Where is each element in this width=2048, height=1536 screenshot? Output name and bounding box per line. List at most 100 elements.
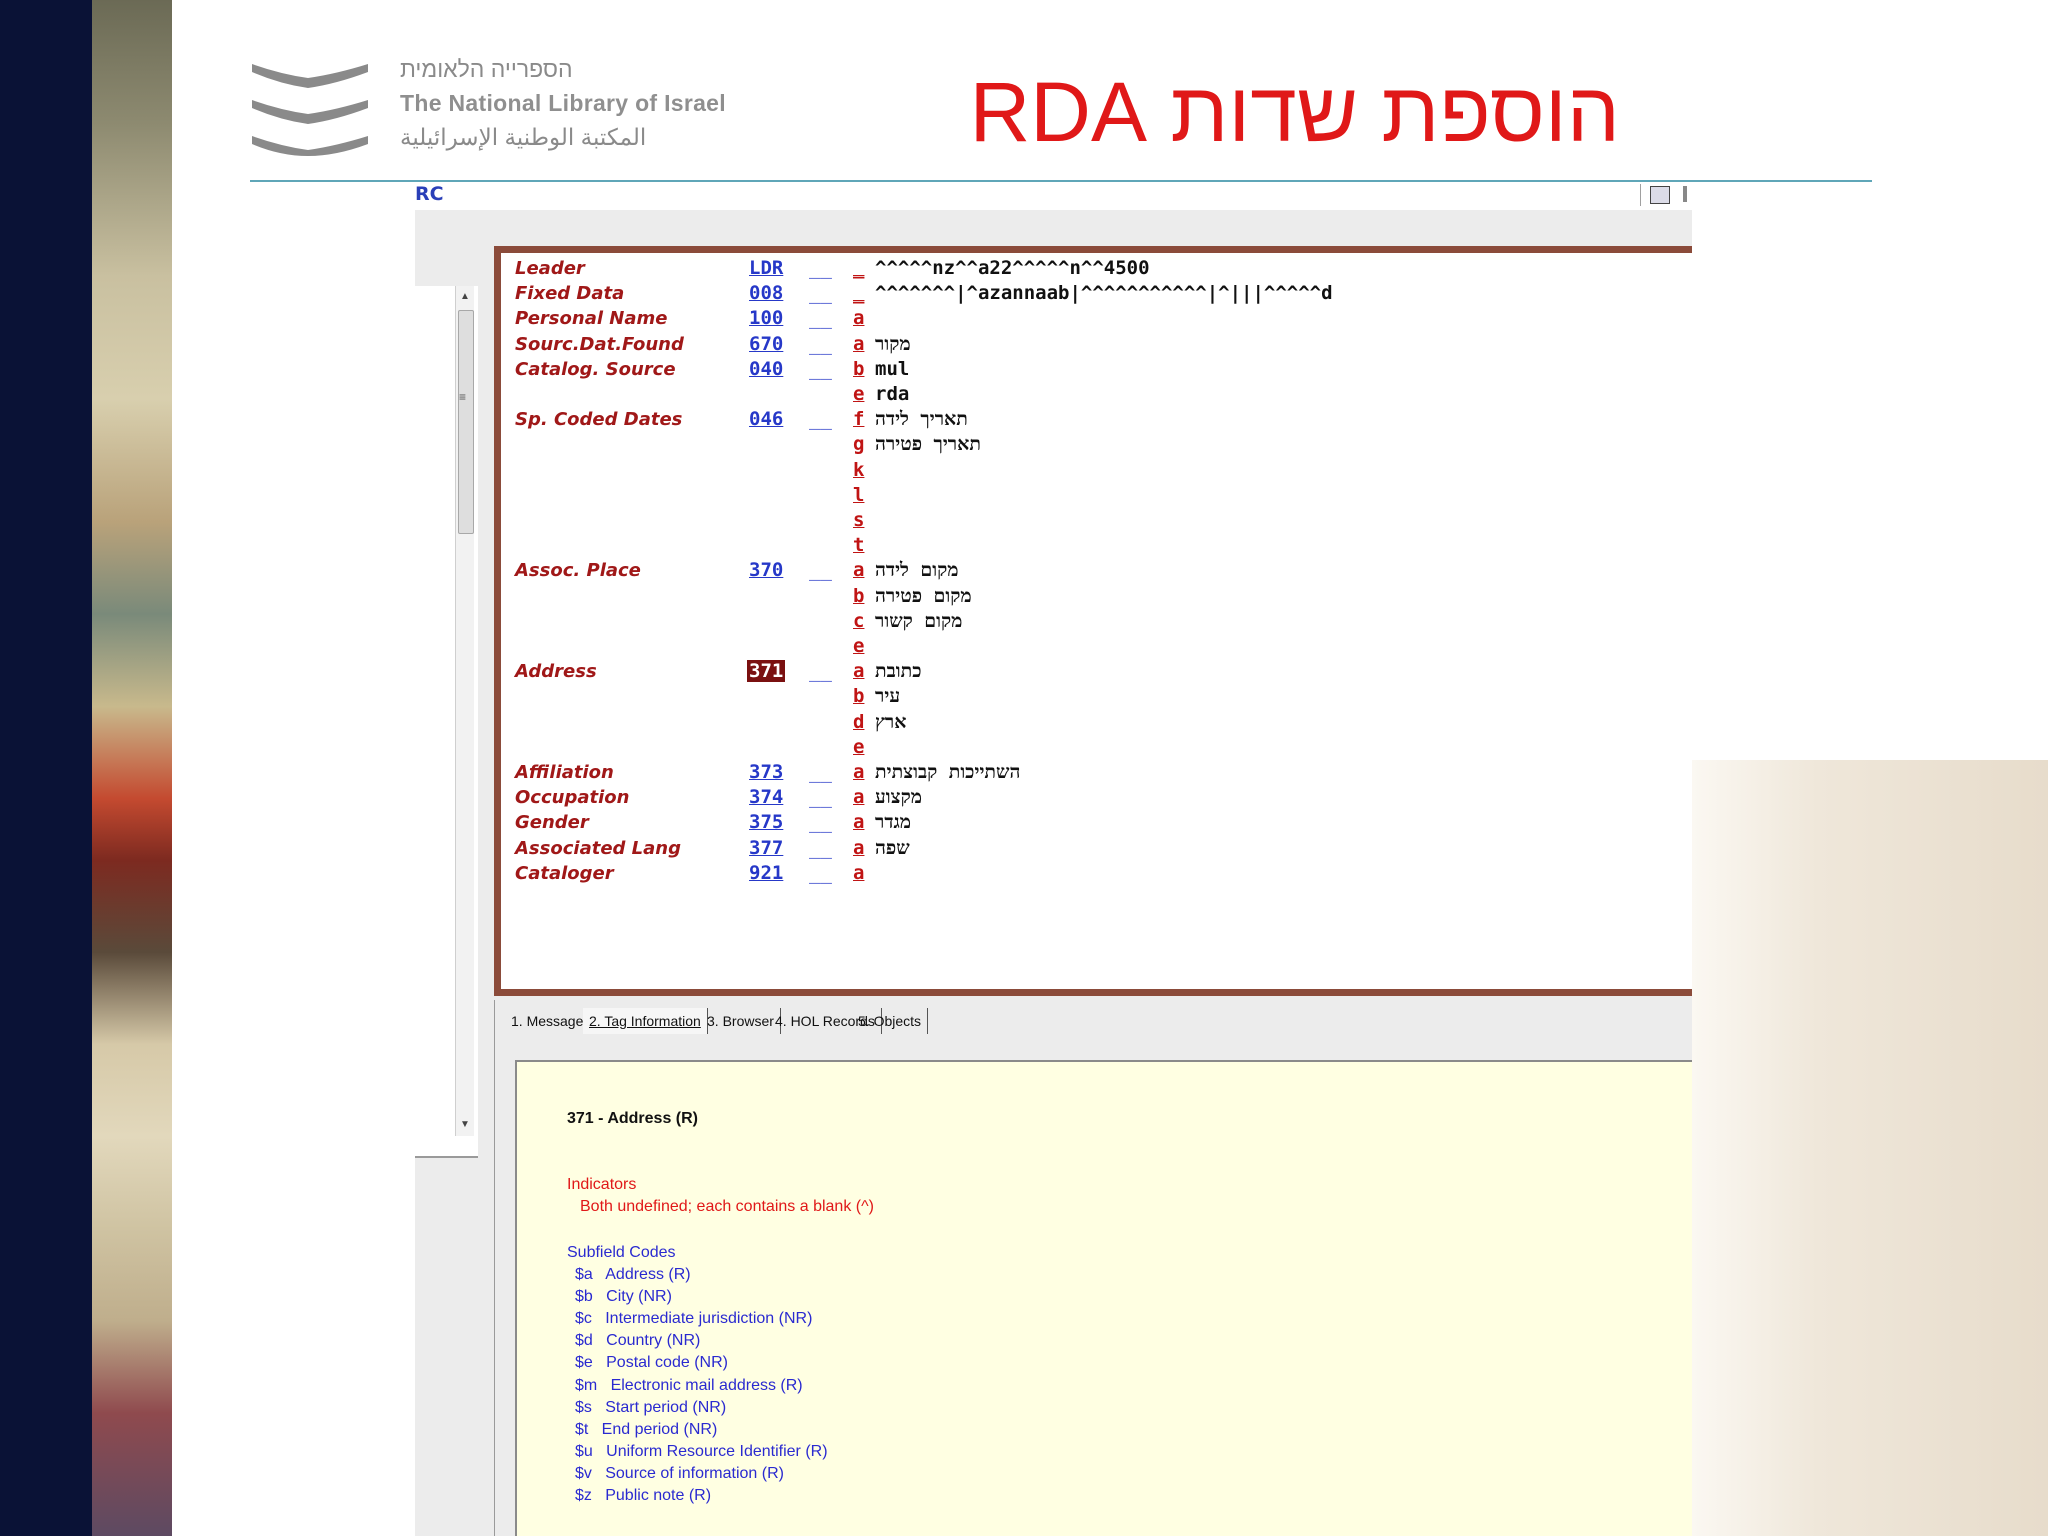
field-value[interactable]: כתובת	[875, 660, 921, 683]
field-indicators[interactable]: __	[809, 862, 832, 884]
subfield-code[interactable]: a	[853, 333, 864, 355]
field-indicators[interactable]: __	[809, 282, 832, 304]
field-indicators[interactable]: __	[809, 761, 832, 783]
field-indicators[interactable]: __	[809, 811, 832, 833]
marc-field-row[interactable]: Catalog. Source 040 __ b mul	[501, 358, 1692, 383]
marc-field-row[interactable]: l	[501, 484, 1692, 509]
marc-field-row[interactable]: s	[501, 509, 1692, 534]
field-tag[interactable]: 046	[749, 408, 783, 430]
marc-field-row[interactable]: e	[501, 635, 1692, 660]
marc-field-row[interactable]: Sourc.Dat.Found 670 __ a מקור	[501, 333, 1692, 358]
field-indicators[interactable]: __	[809, 307, 832, 329]
field-tag[interactable]: 371	[747, 660, 786, 683]
field-tag[interactable]: 373	[749, 761, 783, 783]
marc-field-row[interactable]: Personal Name 100 __ a	[501, 307, 1692, 332]
field-tag[interactable]: 377	[749, 837, 783, 859]
marc-field-row[interactable]: d ארץ	[501, 711, 1692, 736]
marc-field-row[interactable]: Sp. Coded Dates 046 __ f תאריך לידה	[501, 408, 1692, 433]
field-value[interactable]: מקור	[875, 333, 911, 356]
marc-field-row[interactable]: Assoc. Place 370 __ a מקום לידה	[501, 559, 1692, 584]
subfield-code[interactable]: e	[853, 383, 864, 405]
field-tag[interactable]: 370	[749, 559, 783, 581]
subfield-code[interactable]: a	[853, 660, 864, 682]
tab-tag-information[interactable]: 2. Tag Information	[583, 1008, 708, 1034]
subfield-code[interactable]: l	[853, 484, 864, 506]
subfield-code[interactable]: _	[853, 282, 864, 304]
field-value[interactable]: ארץ	[875, 711, 906, 734]
field-value[interactable]: מקום לידה	[875, 559, 959, 582]
marc-field-row[interactable]: Address 371 __ a כתובת	[501, 660, 1692, 685]
subfield-code[interactable]: a	[853, 862, 864, 884]
subfield-code[interactable]: g	[853, 433, 864, 455]
subfield-code[interactable]: a	[853, 837, 864, 859]
marc-field-row[interactable]: t	[501, 534, 1692, 559]
field-indicators[interactable]: __	[809, 786, 832, 808]
subfield-code[interactable]: d	[853, 711, 864, 733]
field-indicators[interactable]: __	[809, 408, 832, 430]
field-value[interactable]: שפה	[875, 837, 910, 860]
field-tag[interactable]: 921	[749, 862, 783, 884]
subfield-code[interactable]: b	[853, 585, 864, 607]
subfield-code[interactable]: b	[853, 358, 864, 380]
field-tag[interactable]: 670	[749, 333, 783, 355]
marc-field-row[interactable]: c מקום קשור	[501, 610, 1692, 635]
subfield-code[interactable]: a	[853, 307, 864, 329]
toolbar-handle-icon[interactable]	[1683, 186, 1687, 202]
field-tag[interactable]: 374	[749, 786, 783, 808]
subfield-code[interactable]: s	[853, 509, 864, 531]
subfield-code[interactable]: b	[853, 685, 864, 707]
field-value[interactable]: ^^^^^nz^^a22^^^^^n^^4500	[875, 257, 1150, 279]
marc-field-row[interactable]: Associated Lang 377 __ a שפה	[501, 837, 1692, 862]
subfield-code[interactable]: f	[853, 408, 864, 430]
subfield-code[interactable]: a	[853, 786, 864, 808]
field-value[interactable]: mul	[875, 358, 909, 380]
field-indicators[interactable]: __	[809, 559, 832, 581]
field-tag[interactable]: 100	[749, 307, 783, 329]
subfield-code[interactable]: e	[853, 736, 864, 758]
toolbar-icon[interactable]	[1650, 186, 1670, 204]
field-value[interactable]: מגדר	[875, 811, 911, 834]
subfield-code[interactable]: a	[853, 761, 864, 783]
field-tag[interactable]: 040	[749, 358, 783, 380]
marc-field-row[interactable]: Occupation 374 __ a מקצוע	[501, 786, 1692, 811]
field-indicators[interactable]: __	[809, 660, 832, 682]
scroll-down-icon[interactable]: ▼	[456, 1116, 474, 1134]
vertical-scrollbar[interactable]: ▲ ≡ ▼	[455, 286, 474, 1136]
field-value[interactable]: תאריך פטירה	[875, 433, 981, 456]
marc-field-row[interactable]: b עיר	[501, 685, 1692, 710]
marc-field-row[interactable]: Leader LDR __ _ ^^^^^nz^^a22^^^^^n^^4500	[501, 257, 1692, 282]
field-indicators[interactable]: __	[809, 837, 832, 859]
subfield-code[interactable]: e	[853, 635, 864, 657]
field-value[interactable]: ^^^^^^^|^azannaab|^^^^^^^^^^^|^|||^^^^^d	[875, 282, 1333, 304]
marc-field-row[interactable]: e	[501, 736, 1692, 761]
field-tag[interactable]: 375	[749, 811, 783, 833]
field-value[interactable]: תאריך לידה	[875, 408, 968, 431]
field-tag[interactable]: 008	[749, 282, 783, 304]
tab-objects[interactable]: 5. Objects	[852, 1008, 929, 1034]
scrollbar-thumb[interactable]	[458, 310, 474, 534]
marc-field-row[interactable]: Fixed Data 008 __ _ ^^^^^^^|^azannaab|^^^^^^…	[501, 282, 1692, 307]
marc-field-row[interactable]: b מקום פטירה	[501, 585, 1692, 610]
subfield-code[interactable]: t	[853, 534, 864, 556]
subfield-code[interactable]: c	[853, 610, 864, 632]
field-indicators[interactable]: __	[809, 333, 832, 355]
subfield-code[interactable]: a	[853, 811, 864, 833]
marc-record-editor[interactable]: Leader LDR __ _ ^^^^^nz^^a22^^^^^n^^4500 Fixe…	[501, 253, 1692, 989]
subfield-code[interactable]: k	[853, 459, 864, 481]
marc-field-row[interactable]: k	[501, 459, 1692, 484]
field-value[interactable]: מקצוע	[875, 786, 922, 809]
scroll-up-icon[interactable]: ▲	[456, 288, 474, 306]
marc-field-row[interactable]: g תאריך פטירה	[501, 433, 1692, 458]
marc-field-row[interactable]: Gender 375 __ a מגדר	[501, 811, 1692, 836]
field-tag[interactable]: LDR	[749, 257, 783, 279]
subfield-code[interactable]: a	[853, 559, 864, 581]
marc-field-row[interactable]: e rda	[501, 383, 1692, 408]
marc-field-row[interactable]: Affiliation 373 __ a השתייכות קבוצתית	[501, 761, 1692, 786]
field-indicators[interactable]: __	[809, 257, 832, 279]
field-value[interactable]: rda	[875, 383, 909, 405]
marc-field-row[interactable]: Cataloger 921 __ a	[501, 862, 1692, 887]
subfield-code[interactable]: _	[853, 257, 864, 279]
field-value[interactable]: עיר	[875, 685, 900, 708]
field-indicators[interactable]: __	[809, 358, 832, 380]
field-value[interactable]: מקום פטירה	[875, 585, 972, 608]
